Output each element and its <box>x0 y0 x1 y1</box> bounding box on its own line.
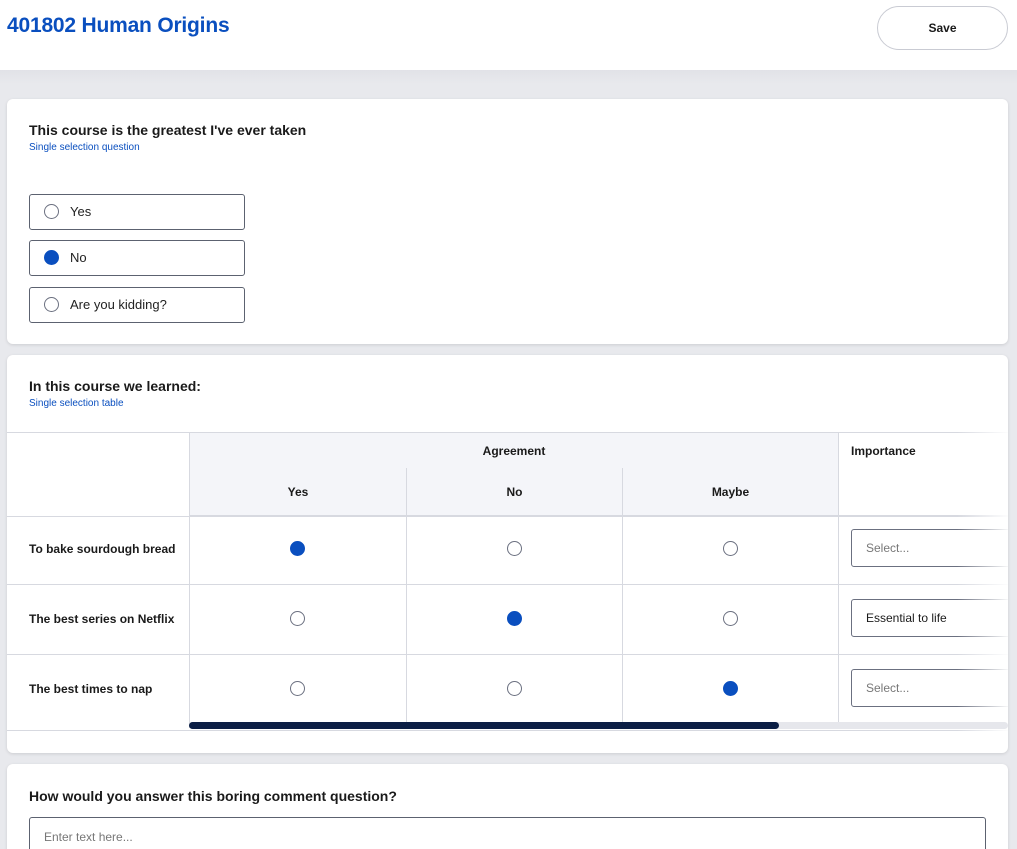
selection-table: Agreement Importance Yes No Maybe To bak… <box>7 432 1008 732</box>
row3-no-radio[interactable] <box>507 681 522 696</box>
table-border <box>7 432 189 433</box>
row2-no-radio-selected[interactable] <box>507 611 522 626</box>
option-label: No <box>70 250 87 265</box>
row2-maybe-radio[interactable] <box>723 611 738 626</box>
column-header-importance-empty <box>838 468 1008 516</box>
column-header-yes: Yes <box>189 468 406 516</box>
radio-button[interactable] <box>44 297 59 312</box>
row3-yes-radio[interactable] <box>290 681 305 696</box>
row-label: The best times to nap <box>29 682 153 696</box>
row1-importance-select[interactable]: Select... <box>851 529 1008 567</box>
option-label: Yes <box>70 204 92 219</box>
row1-maybe-radio[interactable] <box>723 541 738 556</box>
row-label: The best series on Netflix <box>29 612 175 626</box>
option-label: Are you kidding? <box>70 297 167 312</box>
column-header-no: No <box>406 468 622 516</box>
row3-importance-select[interactable]: Select... <box>851 669 1008 707</box>
row2-yes-radio[interactable] <box>290 611 305 626</box>
row-divider <box>7 730 1008 731</box>
row-divider <box>7 654 1008 655</box>
radio-button[interactable] <box>44 204 59 219</box>
row1-yes-radio-selected[interactable] <box>290 541 305 556</box>
option-no[interactable]: No <box>29 240 245 276</box>
row3-maybe-radio-selected[interactable] <box>723 681 738 696</box>
row-label: To bake sourdough bread <box>29 542 176 556</box>
page-title: 401802 Human Origins <box>7 14 230 37</box>
question-type: Single selection question <box>29 142 140 153</box>
radio-button-selected[interactable] <box>44 250 59 265</box>
row-divider <box>7 584 1008 585</box>
question-type: Single selection table <box>29 398 124 409</box>
question-card-1: This course is the greatest I've ever ta… <box>7 99 1008 344</box>
agreement-group-header: Agreement <box>189 432 838 469</box>
importance-header: Importance <box>838 432 1008 469</box>
comment-input[interactable] <box>29 817 986 849</box>
row1-no-radio[interactable] <box>507 541 522 556</box>
page-header: 401802 Human Origins Save <box>0 0 1017 70</box>
header-divider <box>0 70 1017 84</box>
column-header-maybe: Maybe <box>622 468 838 516</box>
option-yes[interactable]: Yes <box>29 194 245 230</box>
scrollbar-thumb[interactable] <box>189 722 779 729</box>
question-title: This course is the greatest I've ever ta… <box>29 122 307 138</box>
save-button[interactable]: Save <box>877 6 1008 50</box>
row2-importance-select[interactable]: Essential to life <box>851 599 1008 637</box>
option-are-you-kidding[interactable]: Are you kidding? <box>29 287 245 323</box>
question-card-3: How would you answer this boring comment… <box>7 764 1008 849</box>
question-card-2: In this course we learned: Single select… <box>7 355 1008 753</box>
question-title: In this course we learned: <box>29 378 201 394</box>
question-title: How would you answer this boring comment… <box>29 788 397 804</box>
row-divider <box>7 516 1008 517</box>
